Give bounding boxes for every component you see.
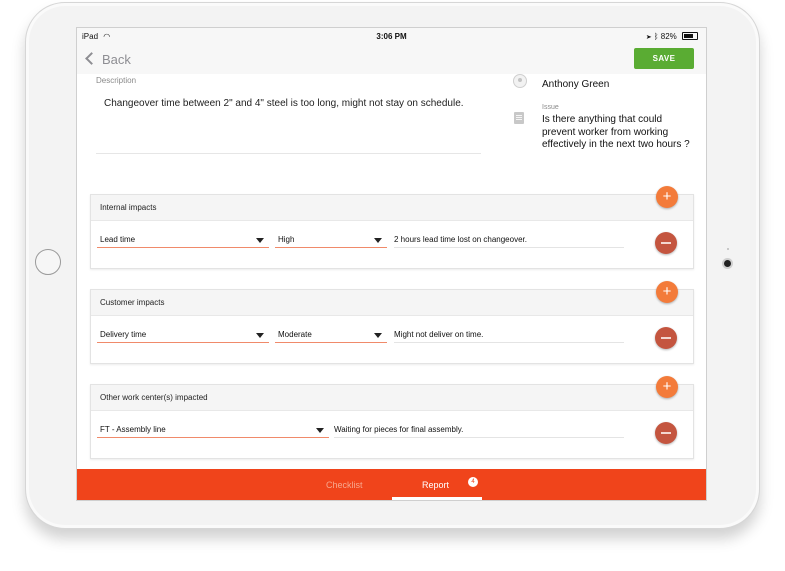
customer-impact-comment-value: Might not deliver on time. xyxy=(394,330,484,339)
document-icon xyxy=(514,112,524,124)
chevron-down-icon xyxy=(316,428,324,433)
customer-impacts-card: Customer impacts Delivery time Moderate … xyxy=(90,289,694,364)
customer-impact-row: Delivery time Moderate Might not deliver… xyxy=(91,316,693,363)
save-button[interactable]: SAVE xyxy=(634,48,694,69)
internal-impacts-card: Internal impacts Lead time High 2 hours … xyxy=(90,194,694,269)
internal-impact-comment-value: 2 hours lead time lost on changeover. xyxy=(394,235,527,244)
bluetooth-icon: ᛒ xyxy=(653,32,659,41)
chevron-down-icon xyxy=(374,238,382,243)
issue-label: Issue xyxy=(542,104,559,111)
remove-customer-impact-button[interactable] xyxy=(655,327,677,349)
plus-icon: + xyxy=(662,283,672,300)
tab-checklist[interactable]: Checklist xyxy=(326,480,363,490)
bottom-tab-bar: Checklist Report 4 xyxy=(77,469,706,500)
status-time: 3:06 PM xyxy=(376,32,407,41)
customer-impacts-title: Customer impacts xyxy=(91,290,693,316)
chevron-down-icon xyxy=(256,238,264,243)
person-icon xyxy=(513,74,527,88)
internal-impacts-title: Internal impacts xyxy=(91,195,693,221)
active-tab-indicator xyxy=(392,497,482,500)
work-center-select[interactable]: FT - Assembly line xyxy=(97,421,329,438)
customer-impact-category-value: Delivery time xyxy=(100,330,147,339)
other-work-centers-title: Other work center(s) impacted xyxy=(91,385,693,411)
location-icon: ➤ xyxy=(646,32,652,41)
description-field[interactable]: Changeover time between 2" and 4" steel … xyxy=(104,98,484,109)
internal-impact-severity-value: High xyxy=(278,235,295,244)
internal-impact-category-value: Lead time xyxy=(100,235,136,244)
work-center-comment-value: Waiting for pieces for final assembly. xyxy=(334,425,464,434)
remove-internal-impact-button[interactable] xyxy=(655,232,677,254)
description-label: Description xyxy=(96,76,137,85)
sensor-dot xyxy=(727,248,729,250)
description-underline xyxy=(96,153,481,154)
back-label: Back xyxy=(102,52,131,67)
app-screen: iPad ◠ 3:06 PM ➤ ᛒ 82% Back SAVE Descrip… xyxy=(76,27,707,501)
internal-impact-row: Lead time High 2 hours lead time lost on… xyxy=(91,221,693,268)
work-center-row: FT - Assembly line Waiting for pieces fo… xyxy=(91,411,693,458)
remove-work-center-button[interactable] xyxy=(655,422,677,444)
nav-bar: Back SAVE xyxy=(77,44,706,74)
add-work-center-button[interactable]: + xyxy=(656,376,678,398)
battery-percent: 82% xyxy=(660,32,677,41)
customer-impact-category-select[interactable]: Delivery time xyxy=(97,326,269,343)
tab-report[interactable]: Report xyxy=(422,480,449,490)
customer-impact-severity-value: Moderate xyxy=(278,330,312,339)
chevron-down-icon xyxy=(374,333,382,338)
battery-icon xyxy=(682,32,698,40)
chevron-down-icon xyxy=(256,333,264,338)
customer-impact-severity-select[interactable]: Moderate xyxy=(275,326,387,343)
customer-impact-comment-field[interactable]: Might not deliver on time. xyxy=(394,326,624,343)
status-right: ➤ ᛒ 82% xyxy=(647,32,698,41)
plus-icon: + xyxy=(662,378,672,395)
internal-impact-comment-field[interactable]: 2 hours lead time lost on changeover. xyxy=(394,231,624,248)
work-center-comment-field[interactable]: Waiting for pieces for final assembly. xyxy=(334,421,624,438)
status-bar: iPad ◠ 3:06 PM ➤ ᛒ 82% xyxy=(77,28,706,44)
report-count-badge: 4 xyxy=(468,477,478,487)
reporter-name: Anthony Green xyxy=(542,79,610,90)
plus-icon: + xyxy=(662,188,672,205)
camera-dot xyxy=(724,260,731,267)
internal-impact-category-select[interactable]: Lead time xyxy=(97,231,269,248)
issue-text: Is there anything that could prevent wor… xyxy=(542,114,690,150)
add-internal-impact-button[interactable]: + xyxy=(656,186,678,208)
back-button[interactable]: Back xyxy=(85,52,131,67)
add-customer-impact-button[interactable]: + xyxy=(656,281,678,303)
home-button[interactable] xyxy=(35,249,61,275)
internal-impact-severity-select[interactable]: High xyxy=(275,231,387,248)
other-work-centers-card: Other work center(s) impacted FT - Assem… xyxy=(90,384,694,459)
work-center-value: FT - Assembly line xyxy=(100,425,166,434)
chevron-left-icon xyxy=(85,52,98,65)
